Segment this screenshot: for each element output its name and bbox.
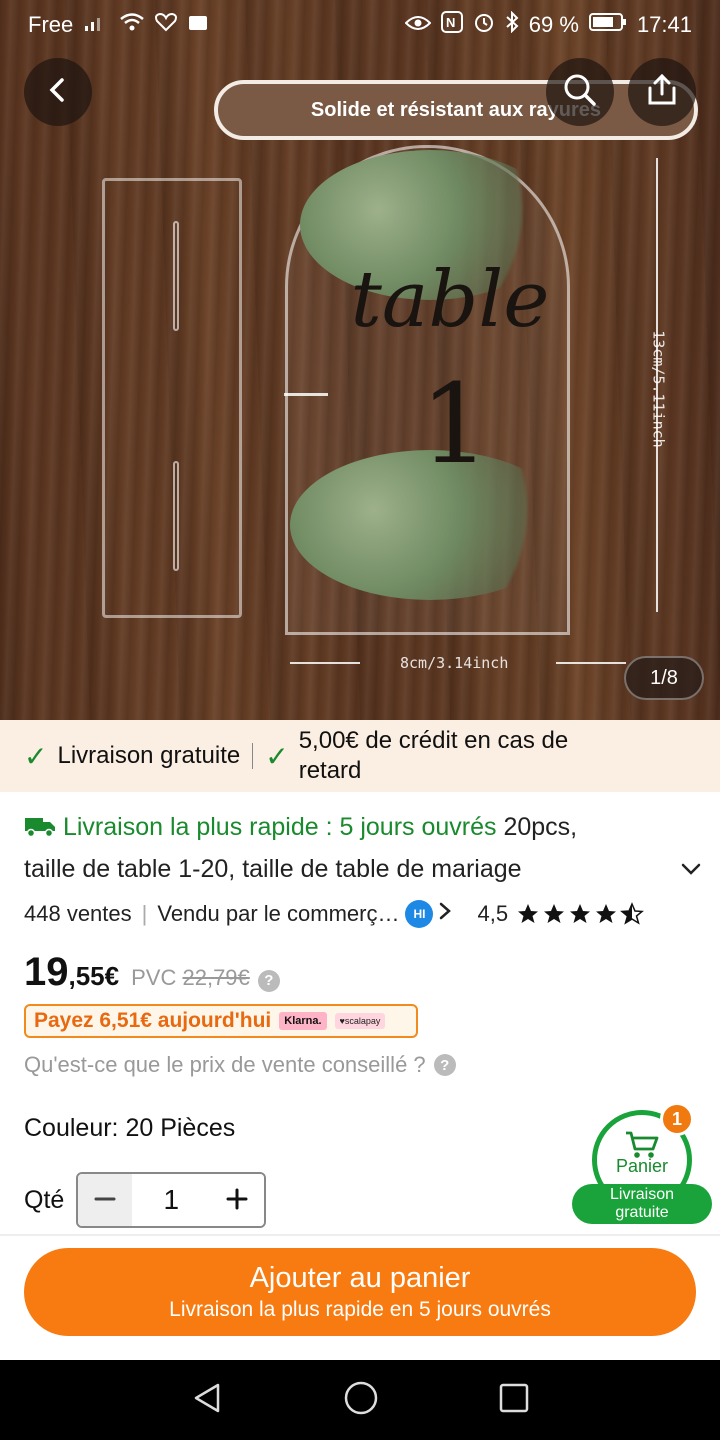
color-option[interactable]: Couleur: 20 Pièces xyxy=(24,1114,235,1143)
late-credit-line2: retard xyxy=(298,757,362,784)
quantity-row: Qté 1 xyxy=(24,1172,267,1228)
add-to-cart-label: Ajouter au panier xyxy=(249,1262,471,1294)
width-dimension-line-left xyxy=(290,662,360,664)
width-label: 8cm/3.14inch xyxy=(400,654,509,672)
price-cents: ,55€ xyxy=(68,961,120,991)
svg-text:N: N xyxy=(446,15,455,30)
cart-free-shipping-pill: Livraison gratuite xyxy=(572,1184,712,1224)
star-icon xyxy=(544,904,565,923)
klarna-logo: Klarna. xyxy=(279,1012,327,1030)
star-icon xyxy=(596,904,617,923)
title-part2: taille de table 1-20, taille de table de… xyxy=(24,855,522,883)
table-number: 1 xyxy=(420,360,490,488)
seller-link[interactable]: Vendu par le commerç… xyxy=(157,901,399,927)
divider xyxy=(0,1234,720,1236)
carrier-label: Free xyxy=(28,12,74,37)
stand-base-piece xyxy=(102,178,242,618)
star-icon xyxy=(570,904,591,923)
battery-percent: 69 % xyxy=(528,12,579,37)
late-credit-label: 5,00€ de crédit en cas de retard xyxy=(299,726,569,786)
height-label: 13cm/5.11inch xyxy=(649,330,668,448)
check-icon: ✓ xyxy=(24,740,48,772)
wifi-icon xyxy=(119,12,145,38)
rating-value: 4,5 xyxy=(477,901,509,926)
question-icon: ? xyxy=(433,1054,456,1076)
seller-badge: HI xyxy=(405,900,434,928)
cart-pill-line1: Livraison xyxy=(609,1186,675,1203)
free-shipping-label: Livraison gratuite xyxy=(57,742,241,769)
pvc-label: PVC xyxy=(131,965,177,990)
product-info: Livraison la plus rapide : 5 jours ouvré… xyxy=(24,806,704,932)
chevron-right-icon[interactable] xyxy=(437,901,453,927)
stand-slot xyxy=(173,461,179,571)
status-bar: Free N 69 % 17:41 xyxy=(0,0,720,50)
share-button[interactable] xyxy=(628,58,696,126)
search-button[interactable] xyxy=(546,58,614,126)
half-star-icon xyxy=(620,902,644,925)
nav-recents-icon[interactable] xyxy=(498,1382,530,1419)
fast-delivery-label: Livraison la plus rapide : 5 jours ouvré… xyxy=(62,813,497,841)
cart-label: Panier xyxy=(615,1156,669,1176)
sales-count: 448 ventes xyxy=(24,901,132,926)
pvc-question-text: Qu'est-ce que le prix de vente conseillé… xyxy=(24,1052,426,1077)
rating-stars[interactable] xyxy=(516,902,644,926)
pvc-value: 22,79€ xyxy=(182,965,250,990)
title-part1: 20pcs, xyxy=(496,813,578,841)
clock: 17:41 xyxy=(636,12,692,37)
quantity-stepper: 1 xyxy=(76,1172,267,1228)
heart-icon xyxy=(155,12,178,38)
battery-icon xyxy=(588,12,627,38)
product-title[interactable]: Livraison la plus rapide : 5 jours ouvré… xyxy=(24,806,704,890)
cart-pill-line2: gratuite xyxy=(615,1204,669,1221)
app-icon xyxy=(187,12,209,38)
bluetooth-icon xyxy=(505,10,519,39)
plus-icon xyxy=(225,1181,249,1220)
chevron-left-icon xyxy=(44,76,72,109)
pay-today-label: Payez 6,51€ aujourd'hui xyxy=(34,1009,272,1032)
product-image[interactable]: table 1 13cm/5.11inch 8cm/3.14inch Free xyxy=(0,0,720,720)
nav-home-icon[interactable] xyxy=(343,1380,379,1421)
width-dimension-line-right xyxy=(556,662,626,664)
star-icon xyxy=(518,904,539,923)
qty-label: Qté xyxy=(24,1185,65,1214)
image-counter: 1/8 xyxy=(624,656,704,700)
separator: | xyxy=(141,901,148,926)
arch-notch xyxy=(284,393,328,396)
delivery-benefits-strip: ✓ Livraison gratuite ✓ 5,00€ de crédit e… xyxy=(0,720,720,792)
nfc-icon: N xyxy=(440,11,463,39)
pvc-price: PVC 22,79€ xyxy=(131,965,250,991)
increase-button[interactable] xyxy=(210,1174,265,1226)
price-row: 19 ,55€ PVC 22,79€ ? xyxy=(24,950,280,995)
cart-count-badge: 1 xyxy=(660,1102,694,1136)
stand-slot xyxy=(173,221,179,331)
truck-icon xyxy=(24,813,63,841)
cart-widget[interactable]: Panier 1 Livraison gratuite xyxy=(572,1102,712,1226)
nav-back-icon[interactable] xyxy=(190,1381,224,1420)
share-icon xyxy=(645,73,679,112)
system-nav-bar xyxy=(0,1360,720,1440)
check-icon: ✓ xyxy=(265,740,289,772)
search-icon xyxy=(563,73,597,112)
pvc-question-link[interactable]: Qu'est-ce que le prix de vente conseillé… xyxy=(24,1052,456,1078)
late-credit-line1: 5,00€ de crédit en cas de xyxy=(298,727,569,754)
table-script-text: table xyxy=(350,255,550,345)
quantity-value[interactable]: 1 xyxy=(132,1184,210,1216)
signal-icon xyxy=(83,12,109,38)
minus-icon xyxy=(93,1181,117,1220)
feature-banner: Solide et résistant aux rayures xyxy=(214,80,698,140)
eye-icon xyxy=(404,12,432,38)
expand-title-button[interactable] xyxy=(678,856,704,887)
price-main: 19 xyxy=(24,950,69,994)
scalapay-logo: ♥scalapay xyxy=(334,1013,386,1029)
meta-row: 448 ventes | Vendu par le commerç… HI 4,… xyxy=(24,896,704,932)
add-to-cart-sublabel: Livraison la plus rapide en 5 jours ouvr… xyxy=(169,1298,551,1321)
installment-offer[interactable]: Payez 6,51€ aujourd'hui Klarna. ♥scalapa… xyxy=(24,1004,418,1038)
add-to-cart-button[interactable]: Ajouter au panier Livraison la plus rapi… xyxy=(24,1248,696,1336)
decrease-button[interactable] xyxy=(78,1174,133,1226)
alarm-icon xyxy=(473,11,495,39)
back-button[interactable] xyxy=(24,58,92,126)
question-icon[interactable]: ? xyxy=(257,969,280,992)
separator xyxy=(252,743,254,769)
chevron-down-icon xyxy=(678,863,704,886)
